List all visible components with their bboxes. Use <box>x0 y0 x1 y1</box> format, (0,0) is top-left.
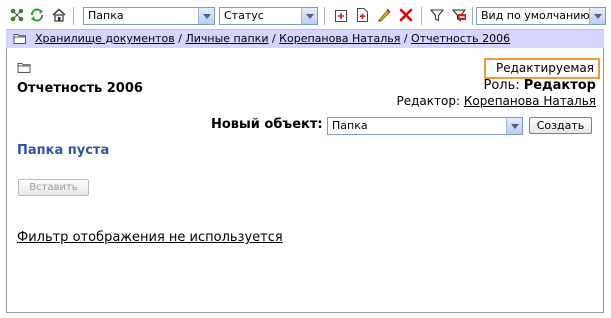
breadcrumb-separator: / <box>268 32 280 45</box>
editor-label: Редактор: <box>396 94 460 108</box>
type-select-value: Папка <box>88 9 124 22</box>
new-object-select-value: Папка <box>332 119 368 132</box>
role-line: Роль: Редактор <box>483 78 596 93</box>
create-button[interactable]: Создать <box>529 117 592 134</box>
breadcrumb-separator: / <box>400 32 412 45</box>
new-object-select[interactable]: Папка <box>327 117 523 135</box>
breadcrumb-link[interactable]: Личные папки <box>185 32 268 45</box>
toolbar-separator <box>73 7 74 25</box>
filter-status-link[interactable]: Фильтр отображения не используется <box>17 230 283 245</box>
home-icon[interactable] <box>50 6 68 24</box>
breadcrumb-link[interactable]: Корепанова Наталья <box>279 32 400 45</box>
content-panel: Отчетность 2006 Редактируемая Роль: Реда… <box>6 48 604 313</box>
new-object-label: Новый объект: <box>211 117 323 132</box>
role-value: Редактор <box>523 78 596 93</box>
refresh-icon[interactable] <box>28 6 46 24</box>
toolbar-separator <box>324 7 325 25</box>
editor-link[interactable]: Корепанова Наталья <box>464 94 596 108</box>
view-select[interactable]: Вид по умолчанию <box>476 7 606 25</box>
empty-folder-text: Папка пуста <box>17 143 110 158</box>
chevron-down-icon[interactable] <box>301 8 317 24</box>
new-document-icon[interactable] <box>353 6 371 24</box>
status-select-value: Статус <box>224 9 264 22</box>
breadcrumb-separator: / <box>174 32 186 45</box>
chevron-down-icon[interactable] <box>589 8 605 24</box>
filter-off-icon[interactable] <box>450 6 468 24</box>
breadcrumb: Хранилище документов / Личные папки / Ко… <box>6 29 604 48</box>
breadcrumb-link[interactable]: Отчетность 2006 <box>411 32 510 45</box>
filter-icon[interactable] <box>428 6 446 24</box>
insert-button[interactable]: Вставить <box>18 179 89 196</box>
delete-icon[interactable] <box>397 6 415 24</box>
type-select[interactable]: Папка <box>83 7 215 25</box>
toolbar-separator <box>472 7 473 25</box>
folder-icon <box>17 61 32 77</box>
breadcrumb-link[interactable]: Хранилище документов <box>35 32 175 45</box>
new-folder-icon[interactable] <box>332 6 350 24</box>
editor-line: Редактор: Корепанова Наталья <box>396 94 596 108</box>
status-select[interactable]: Статус <box>219 7 318 25</box>
edit-icon[interactable] <box>375 6 393 24</box>
toolbar-separator <box>421 7 422 25</box>
page-title: Отчетность 2006 <box>17 81 143 96</box>
view-select-value: Вид по умолчанию <box>481 9 590 22</box>
tree-icon[interactable] <box>8 6 26 24</box>
chevron-down-icon[interactable] <box>198 8 214 24</box>
breadcrumb-path: Хранилище документов / Личные папки / Ко… <box>35 32 510 46</box>
chevron-down-icon[interactable] <box>506 118 522 134</box>
folder-icon <box>13 32 27 48</box>
status-badge: Редактируемая <box>484 58 600 79</box>
role-label: Роль: <box>483 78 520 93</box>
toolbar: Папка Статус Вид по умолчанию <box>0 0 611 30</box>
